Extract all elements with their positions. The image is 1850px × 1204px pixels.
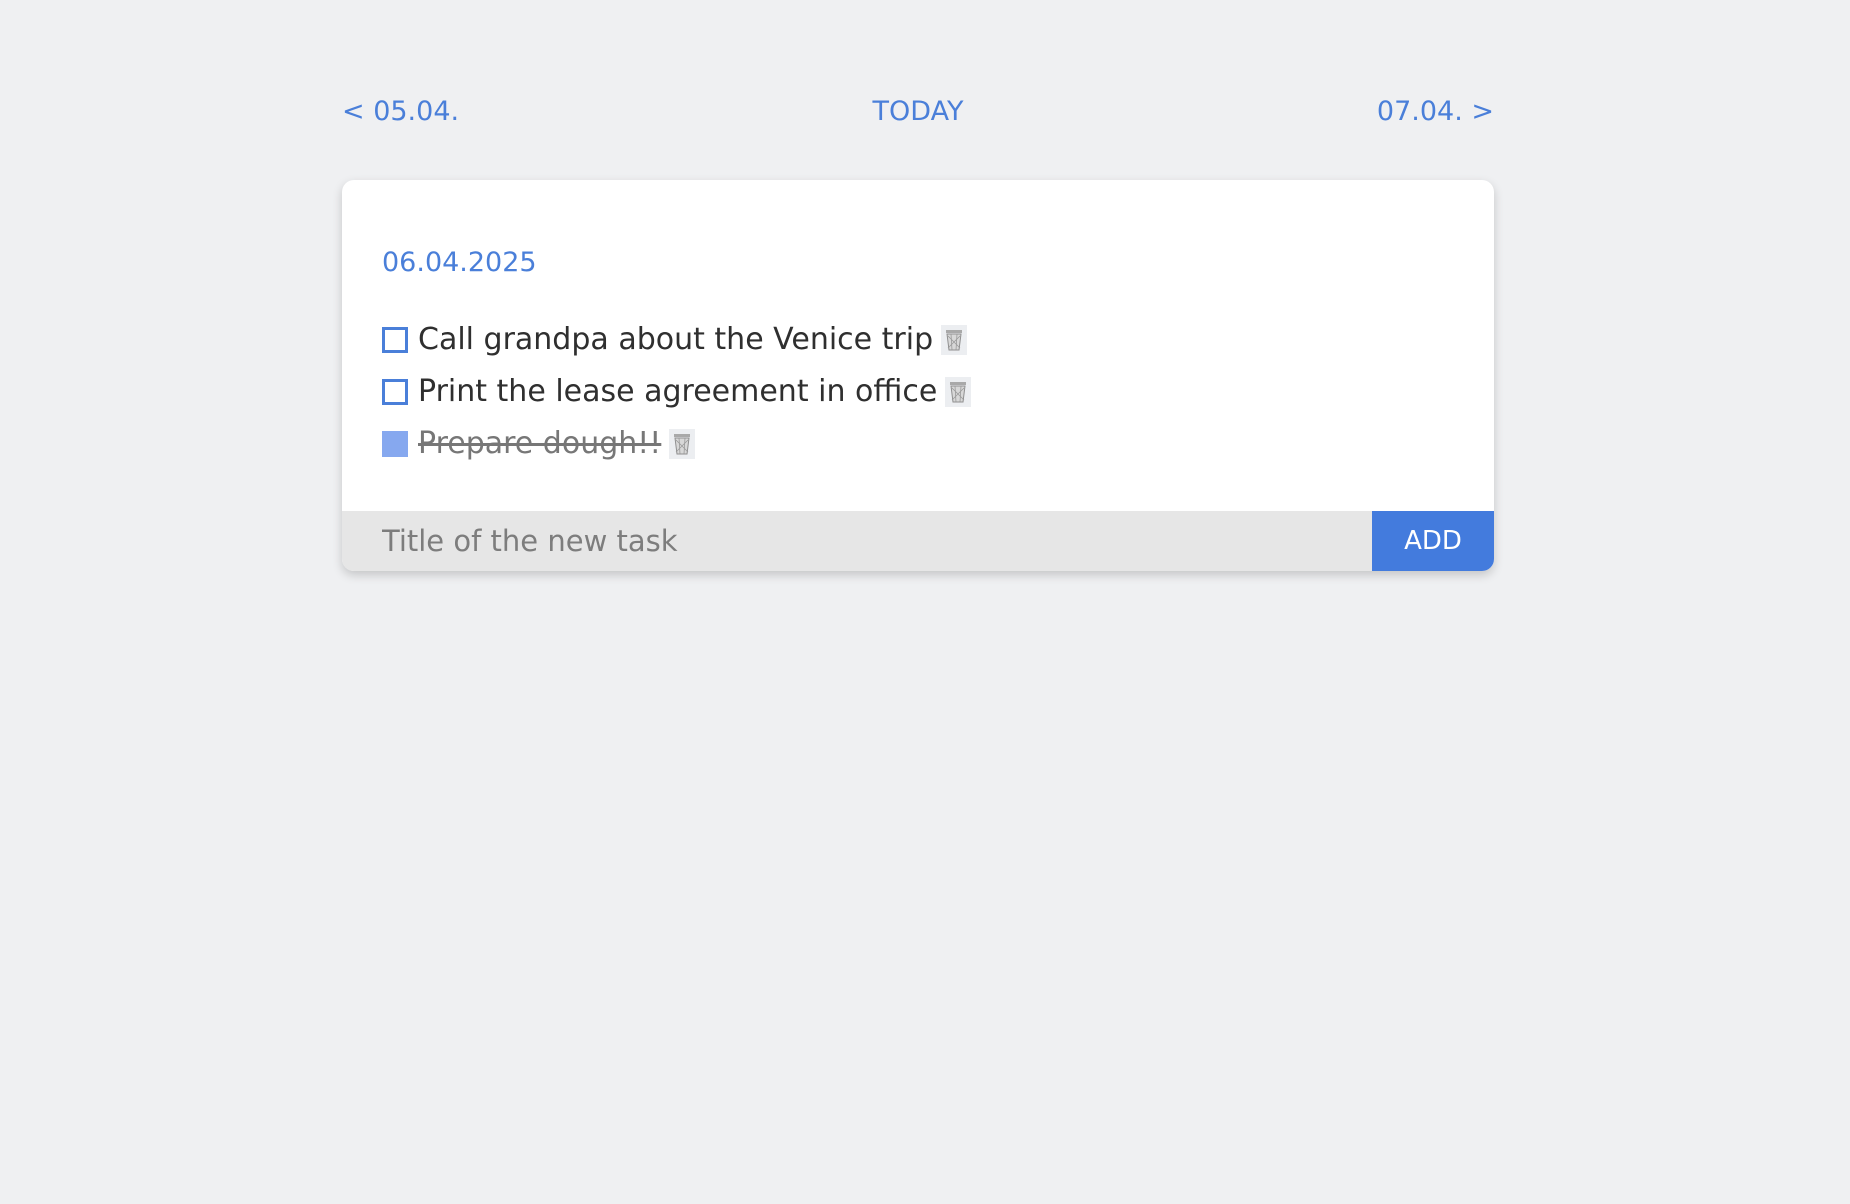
selected-date: 06.04.2025 — [382, 247, 537, 278]
add-task-button[interactable]: ADD — [1372, 511, 1494, 571]
task-row: Call grandpa about the Venice trip — [382, 322, 971, 358]
previous-day-link[interactable]: < 05.04. — [342, 92, 459, 132]
task-title: Print the lease agreement in office — [418, 374, 938, 409]
trash-bin-icon — [950, 382, 967, 403]
task-checkbox[interactable] — [382, 327, 408, 353]
new-task-input[interactable] — [342, 511, 1372, 571]
next-day-link[interactable]: 07.04. > — [1377, 92, 1494, 132]
task-title-completed: Prepare dough!! — [418, 426, 662, 461]
task-title: Call grandpa about the Venice trip — [418, 322, 934, 357]
task-checkbox[interactable] — [382, 379, 408, 405]
today-link[interactable]: TODAY — [873, 92, 964, 132]
delete-task-button[interactable] — [669, 429, 696, 459]
trash-bin-icon — [674, 434, 691, 455]
task-row: Prepare dough!! — [382, 426, 971, 462]
delete-task-button[interactable] — [941, 325, 968, 355]
trash-bin-icon — [946, 330, 963, 351]
date-navigation: < 05.04. TODAY 07.04. > — [342, 92, 1494, 132]
delete-task-button[interactable] — [945, 377, 972, 407]
task-checkbox-checked[interactable] — [382, 431, 408, 457]
new-task-bar: ADD — [342, 511, 1494, 571]
task-list: Call grandpa about the Venice trip Print… — [382, 322, 972, 478]
task-card: 06.04.2025 Call grandpa about the Venice… — [342, 180, 1494, 571]
task-row: Print the lease agreement in office — [382, 374, 972, 410]
